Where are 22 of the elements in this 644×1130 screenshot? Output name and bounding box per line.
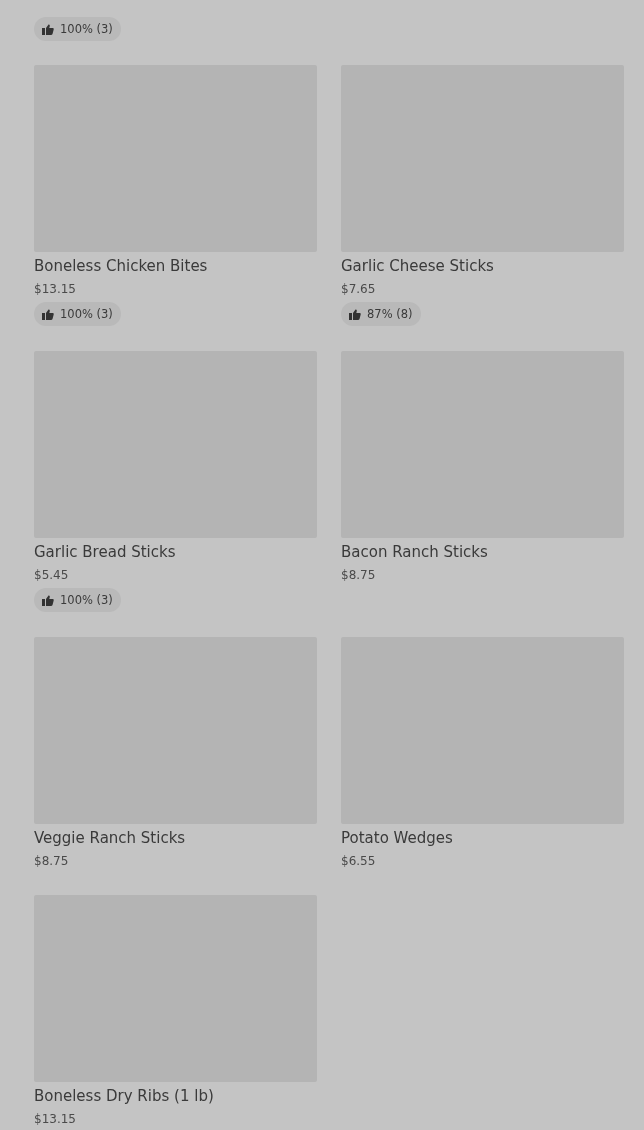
rating-badge: 87% (8): [341, 302, 421, 326]
item-price: $6.55: [341, 853, 376, 870]
item-name: Boneless Chicken Bites: [34, 256, 208, 276]
item-price: $5.45: [34, 567, 69, 584]
item-price: $8.75: [34, 853, 69, 870]
item-price: $13.15: [34, 1111, 76, 1128]
thumbs-up-icon: [42, 308, 54, 320]
item-name: Bacon Ranch Sticks: [341, 542, 488, 562]
item-name: Garlic Bread Sticks: [34, 542, 176, 562]
item-name: Boneless Dry Ribs (1 lb): [34, 1086, 214, 1106]
item-price: $13.15: [34, 281, 76, 298]
rating-badge: 100% (3): [34, 588, 121, 612]
thumbs-up-icon: [42, 23, 54, 35]
thumbs-up-icon: [349, 308, 361, 320]
item-name: Veggie Ranch Sticks: [34, 828, 186, 848]
item-price: $8.75: [341, 567, 376, 584]
item-price: $7.65: [341, 281, 376, 298]
item-name: Potato Wedges: [341, 828, 453, 848]
rating-badge: 100% (3): [34, 302, 121, 326]
item-name: Garlic Cheese Sticks: [341, 256, 494, 276]
thumbs-up-icon: [42, 594, 54, 606]
rating-badge: 100% (3): [34, 17, 121, 41]
